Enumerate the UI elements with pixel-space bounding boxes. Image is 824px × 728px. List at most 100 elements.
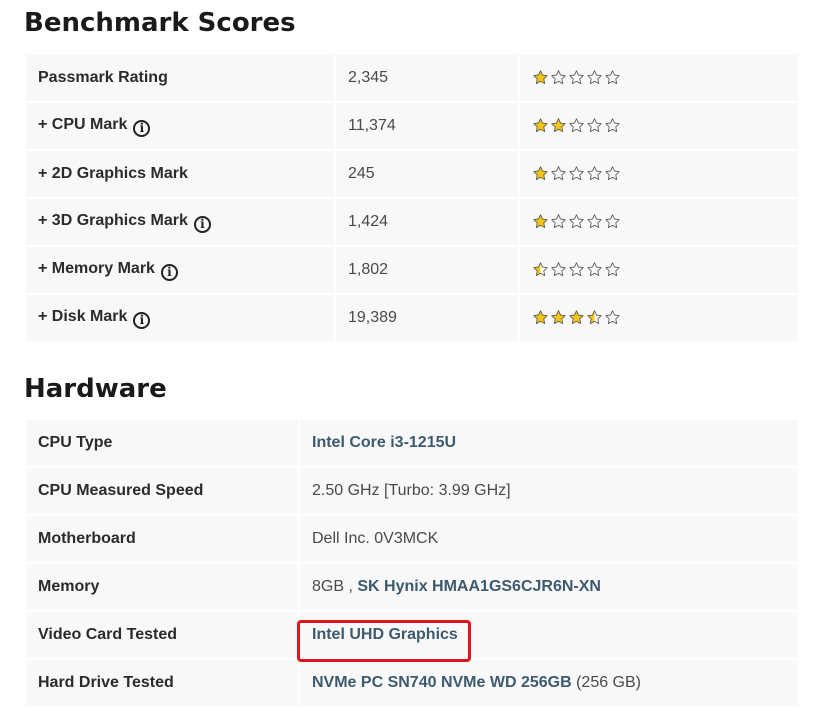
info-icon[interactable]: i: [193, 215, 211, 233]
benchmark-row: + 2D Graphics Mark 245: [24, 149, 800, 199]
star-rating: [532, 261, 621, 278]
hardware-label: Video Card Tested: [24, 610, 300, 660]
star-icon: [550, 213, 567, 230]
hardware-label: Hard Drive Tested: [24, 658, 300, 708]
benchmark-label-cell[interactable]: + CPU Mark i: [24, 101, 336, 151]
benchmark-row: + CPU Mark i 11,374: [24, 101, 800, 151]
hardware-label: CPU Measured Speed: [24, 466, 300, 516]
benchmark-rating-cell: [518, 53, 800, 103]
hardware-value-cell: Dell Inc. 0V3MCK: [298, 514, 800, 564]
hardware-heading: Hardware: [24, 374, 167, 404]
benchmark-label: + Disk Mark: [38, 307, 128, 325]
benchmark-label: + CPU Mark: [38, 115, 128, 133]
star-icon: [550, 165, 567, 182]
benchmark-value: 1,424: [334, 197, 520, 247]
benchmark-rating-cell: [518, 293, 800, 343]
benchmark-label-cell[interactable]: + 2D Graphics Mark: [24, 149, 336, 199]
info-icon[interactable]: i: [133, 119, 151, 137]
star-icon: [550, 69, 567, 86]
page: Benchmark Scores Passmark Rating 2,345 + C…: [0, 0, 824, 728]
star-icon: [604, 117, 621, 134]
hardware-value-cell: Intel Core i3-1215U: [298, 418, 800, 468]
hardware-value-text: Dell Inc. 0V3MCK: [312, 530, 439, 547]
benchmark-value: 19,389: [334, 293, 520, 343]
benchmark-label: + 3D Graphics Mark: [38, 211, 188, 229]
hardware-value-text: 2.50 GHz [Turbo: 3.99 GHz]: [312, 482, 511, 499]
benchmark-value: 11,374: [334, 101, 520, 151]
hardware-link[interactable]: SK Hynix HMAA1GS6CJR6N-XN: [357, 578, 601, 595]
star-icon: [550, 261, 567, 278]
star-icon: [532, 69, 549, 86]
benchmark-label: + Memory Mark: [38, 259, 155, 277]
hardware-label: Memory: [24, 562, 300, 612]
benchmark-label-cell[interactable]: + Disk Mark i: [24, 293, 336, 343]
star-icon: [568, 69, 585, 86]
star-icon: [532, 165, 549, 182]
star-icon: [568, 213, 585, 230]
hardware-link[interactable]: Intel UHD Graphics: [312, 626, 458, 643]
hardware-value-prefix: 8GB ,: [312, 578, 358, 595]
star-icon: [604, 69, 621, 86]
benchmark-rating-cell: [518, 245, 800, 295]
benchmark-row: + Disk Mark i 19,389: [24, 293, 800, 343]
hardware-label: Motherboard: [24, 514, 300, 564]
star-icon: [532, 309, 549, 326]
star-icon: [586, 117, 603, 134]
star-icon: [586, 69, 603, 86]
star-icon: [604, 165, 621, 182]
star-icon: [568, 309, 585, 326]
star-rating: [532, 117, 621, 134]
benchmark-label-cell[interactable]: + 3D Graphics Mark i: [24, 197, 336, 247]
benchmark-row: + Memory Mark i 1,802: [24, 245, 800, 295]
hardware-value-cell: NVMe PC SN740 NVMe WD 256GB (256 GB): [298, 658, 800, 708]
hardware-table: CPU Type Intel Core i3-1215U CPU Measured …: [24, 418, 800, 708]
star-icon: [604, 261, 621, 278]
hardware-row: CPU Type Intel Core i3-1215U: [24, 418, 800, 468]
hardware-row: Video Card Tested Intel UHD Graphics: [24, 610, 800, 660]
benchmark-row: Passmark Rating 2,345: [24, 53, 800, 103]
benchmark-label: Passmark Rating: [38, 69, 168, 86]
hardware-link[interactable]: NVMe PC SN740 NVMe WD 256GB: [312, 674, 572, 691]
star-rating: [532, 309, 621, 326]
info-icon[interactable]: i: [160, 263, 178, 281]
star-icon: [532, 213, 549, 230]
hardware-row: CPU Measured Speed 2.50 GHz [Turbo: 3.99 …: [24, 466, 800, 516]
star-icon: [568, 165, 585, 182]
star-icon: [532, 261, 549, 278]
star-icon: [532, 117, 549, 134]
benchmark-rating-cell: [518, 197, 800, 247]
star-icon: [586, 165, 603, 182]
benchmark-value: 2,345: [334, 53, 520, 103]
hardware-value-cell: Intel UHD Graphics: [298, 610, 800, 660]
star-icon: [586, 213, 603, 230]
star-icon: [550, 117, 567, 134]
hardware-row: Memory 8GB , SK Hynix HMAA1GS6CJR6N-XN: [24, 562, 800, 612]
star-icon: [550, 309, 567, 326]
hardware-value-cell: 8GB , SK Hynix HMAA1GS6CJR6N-XN: [298, 562, 800, 612]
benchmark-value: 1,802: [334, 245, 520, 295]
hardware-row: Motherboard Dell Inc. 0V3MCK: [24, 514, 800, 564]
benchmark-label-cell[interactable]: + Memory Mark i: [24, 245, 336, 295]
star-icon: [604, 213, 621, 230]
info-icon[interactable]: i: [133, 311, 151, 329]
benchmark-table: Passmark Rating 2,345 + CPU Mark i 11,374 + 2…: [24, 53, 800, 343]
hardware-link[interactable]: Intel Core i3-1215U: [312, 434, 456, 451]
star-icon: [568, 261, 585, 278]
star-icon: [604, 309, 621, 326]
star-icon: [586, 261, 603, 278]
benchmark-rating-cell: [518, 101, 800, 151]
star-rating: [532, 69, 621, 86]
benchmark-label: + 2D Graphics Mark: [38, 165, 188, 182]
benchmark-rating-cell: [518, 149, 800, 199]
star-rating: [532, 213, 621, 230]
benchmark-row: + 3D Graphics Mark i 1,424: [24, 197, 800, 247]
hardware-value-cell: 2.50 GHz [Turbo: 3.99 GHz]: [298, 466, 800, 516]
star-icon: [586, 309, 603, 326]
hardware-row: Hard Drive Tested NVMe PC SN740 NVMe WD 2…: [24, 658, 800, 708]
benchmark-value: 245: [334, 149, 520, 199]
benchmark-label-cell: Passmark Rating: [24, 53, 336, 103]
benchmark-scores-heading: Benchmark Scores: [24, 8, 296, 38]
star-rating: [532, 165, 621, 182]
hardware-label: CPU Type: [24, 418, 300, 468]
hardware-value-text: (256 GB): [571, 674, 641, 691]
